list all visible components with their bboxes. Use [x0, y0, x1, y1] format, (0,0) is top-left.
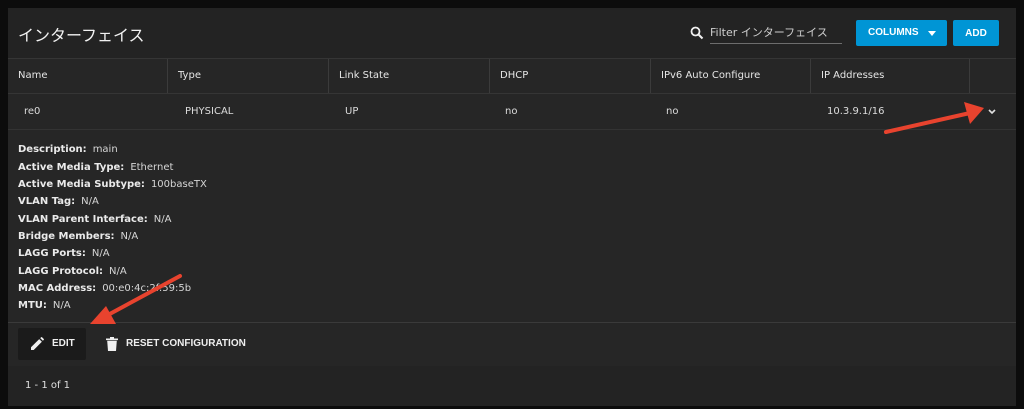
detail-label: VLAN Parent Interface: — [18, 214, 148, 225]
detail-value: main — [92, 144, 118, 155]
detail-lagg-ports: LAGG Ports: N/A — [18, 248, 110, 259]
detail-description: Description: main — [18, 144, 118, 155]
pencil-icon — [31, 337, 44, 350]
detail-active-media-subtype: Active Media Subtype: 100baseTX — [18, 179, 207, 190]
edit-button[interactable]: EDIT — [18, 328, 86, 360]
detail-value: N/A — [81, 196, 99, 207]
column-header-ip-addresses[interactable]: IP Addresses — [810, 59, 969, 93]
detail-lagg-protocol: LAGG Protocol: N/A — [18, 266, 127, 277]
reset-configuration-label: RESET CONFIGURATION — [126, 338, 246, 349]
page-title: インターフェイス — [18, 26, 145, 45]
filter-input[interactable] — [710, 24, 842, 44]
dropdown-caret-icon[interactable] — [922, 21, 942, 45]
detail-label: Description: — [18, 144, 87, 155]
column-header-type[interactable]: Type — [167, 59, 328, 93]
detail-value: N/A — [91, 248, 110, 259]
column-header-ipv6-auto-configure[interactable]: IPv6 Auto Configure — [650, 59, 810, 93]
detail-value: 00:e0:4c:2f:59:5b — [102, 283, 192, 294]
add-button[interactable]: ADD — [953, 20, 999, 46]
cell-ipv6-auto-configure: no — [666, 106, 679, 117]
detail-vlan-parent-interface: VLAN Parent Interface: N/A — [18, 214, 171, 225]
detail-label: Active Media Subtype: — [18, 179, 145, 190]
pagination-range: 1 - 1 of 1 — [25, 380, 71, 391]
detail-bridge-members: Bridge Members: N/A — [18, 231, 138, 242]
cell-ip-addresses: 10.3.9.1/16 — [827, 106, 885, 117]
interfaces-card: インターフェイス COLUMNS ADD Name Type Link Stat… — [8, 8, 1016, 406]
table-footer: 1 - 1 of 1 — [8, 366, 1016, 406]
detail-value: N/A — [109, 266, 127, 277]
cell-name: re0 — [24, 106, 41, 117]
search-icon — [690, 26, 704, 40]
column-header-expand — [969, 59, 1016, 93]
row-actions: EDIT RESET CONFIGURATION — [8, 322, 1016, 366]
detail-label: MAC Address: — [18, 283, 97, 294]
edit-button-label: EDIT — [52, 338, 75, 349]
cell-link-state: UP — [345, 106, 359, 117]
detail-label: VLAN Tag: — [18, 196, 76, 207]
detail-value: N/A — [52, 300, 71, 311]
detail-value: Ethernet — [130, 162, 174, 173]
reset-configuration-button[interactable]: RESET CONFIGURATION — [102, 328, 252, 360]
detail-value: N/A — [120, 231, 139, 242]
chevron-down-icon[interactable] — [987, 108, 997, 116]
detail-label: LAGG Protocol: — [18, 266, 104, 277]
column-header-dhcp[interactable]: DHCP — [489, 59, 650, 93]
columns-button-label: COLUMNS — [868, 27, 919, 38]
filter-box[interactable] — [690, 24, 842, 44]
trash-icon — [106, 337, 118, 351]
card-header: インターフェイス COLUMNS ADD — [8, 8, 1016, 58]
cell-type: PHYSICAL — [185, 106, 234, 117]
detail-label: MTU: — [18, 300, 47, 311]
table-header: Name Type Link State DHCP IPv6 Auto Conf… — [8, 58, 1016, 94]
detail-value: 100baseTX — [150, 179, 207, 190]
detail-label: Active Media Type: — [18, 162, 125, 173]
column-header-name[interactable]: Name — [8, 59, 167, 93]
cell-dhcp: no — [505, 106, 518, 117]
columns-button[interactable]: COLUMNS — [856, 20, 947, 46]
detail-label: LAGG Ports: — [18, 248, 86, 259]
detail-value: N/A — [153, 214, 172, 225]
detail-active-media-type: Active Media Type: Ethernet — [18, 162, 173, 173]
detail-mac-address: MAC Address: 00:e0:4c:2f:59:5b — [18, 283, 191, 294]
table-row[interactable]: re0 PHYSICAL UP no no 10.3.9.1/16 — [8, 94, 1016, 130]
detail-vlan-tag: VLAN Tag: N/A — [18, 196, 99, 207]
detail-mtu: MTU: N/A — [18, 300, 71, 311]
row-detail-panel: Description: main Active Media Type: Ether… — [8, 130, 1016, 322]
detail-label: Bridge Members: — [18, 231, 115, 242]
column-header-link-state[interactable]: Link State — [328, 59, 489, 93]
